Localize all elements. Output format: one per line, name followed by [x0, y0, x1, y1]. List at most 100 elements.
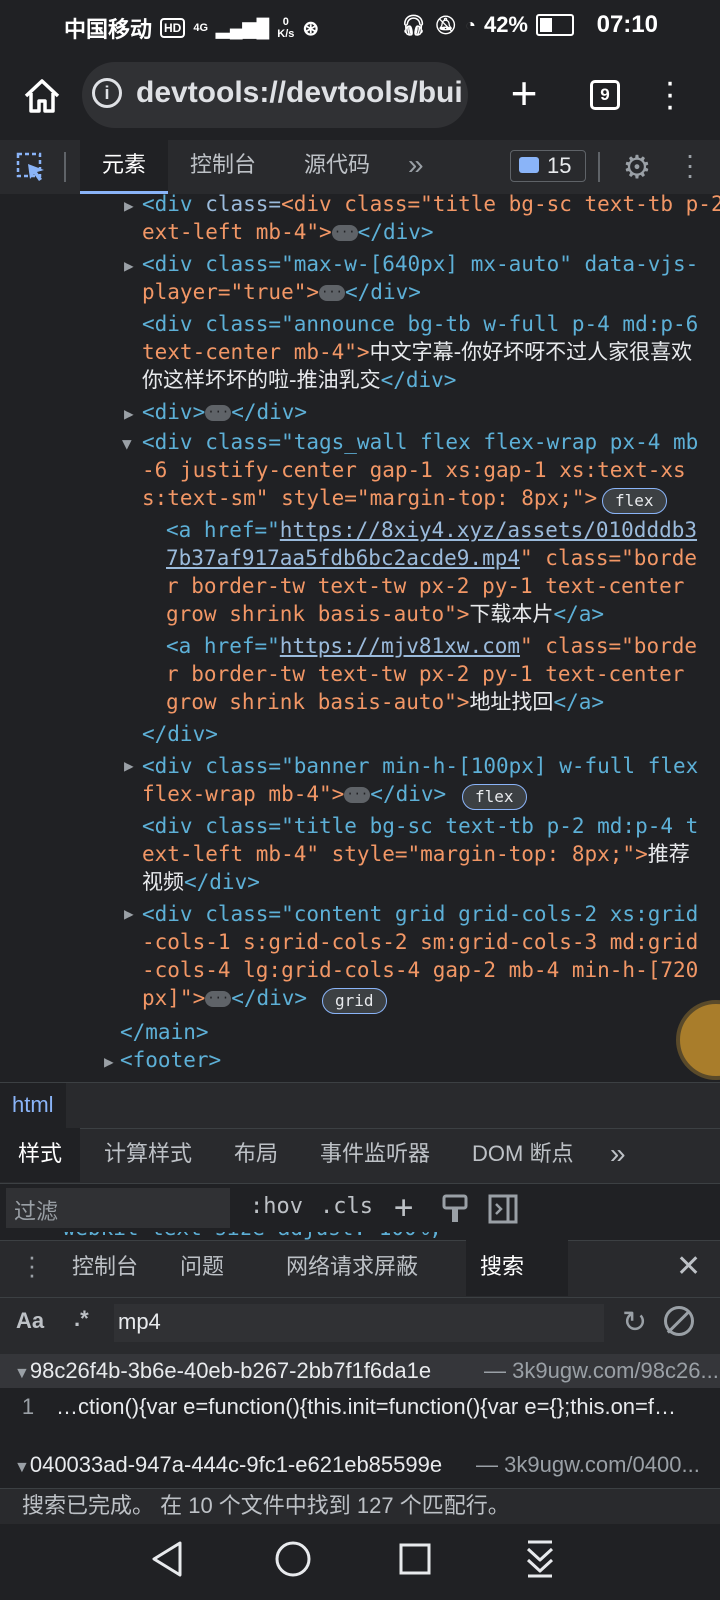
flex-badge[interactable]: flex — [602, 488, 667, 514]
href-link[interactable]: https://8xiy4.xyz/assets/010dddb3 — [280, 518, 697, 542]
dom-node[interactable]: <div class=<div class="title bg-sc text-… — [142, 194, 720, 218]
dom-node[interactable]: <div class="content grid grid-cols-2 xs:… — [142, 900, 698, 928]
dom-node-cont[interactable]: ext-left mb-4"> ··· </div> — [142, 218, 434, 246]
drawer-tab-issues[interactable]: 问题 — [166, 1240, 238, 1296]
new-rule-icon[interactable]: + — [394, 1188, 413, 1226]
expand-triangle-icon[interactable]: ▶ — [104, 1052, 114, 1071]
dom-node-cont[interactable]: flex-wrap mb-4"> ··· </div> — [142, 780, 446, 808]
filter-placeholder: 过滤 — [14, 1199, 59, 1224]
dom-node-cont[interactable]: 你这样坏坏的啦-推油乳交</div> — [142, 366, 456, 394]
cls-button[interactable]: .cls — [320, 1194, 373, 1219]
dom-node[interactable]: <div class="tags_wall flex flex-wrap px-… — [142, 428, 698, 456]
dom-node[interactable]: <div class="title bg-sc text-tb p-2 md:p… — [142, 812, 698, 840]
tab-switcher-button[interactable]: 9 — [590, 80, 620, 110]
notification-pulldown-icon[interactable] — [524, 1540, 556, 1578]
more-tabs-icon[interactable]: » — [408, 140, 424, 194]
dom-node-cont[interactable]: -6 justify-center gap-1 xs:gap-1 xs:text… — [142, 456, 686, 484]
dom-node-close[interactable]: </main> — [120, 1018, 209, 1046]
home-nav-icon[interactable] — [274, 1540, 312, 1578]
clipped-style-rule: -webkit-text-size-adjust: 100%; — [50, 1232, 450, 1240]
dom-node-cont[interactable]: grow shrink basis-auto">地址找回</a> — [166, 688, 604, 716]
paint-brush-icon[interactable] — [442, 1194, 470, 1224]
expand-triangle-icon[interactable]: ▶ — [124, 756, 134, 775]
settings-gear-icon[interactable]: ⚙ — [620, 150, 654, 184]
collapsed-ellipsis[interactable]: ··· — [319, 285, 346, 301]
href-link[interactable]: https://mjv81xw.com — [280, 634, 520, 658]
expand-triangle-icon[interactable]: ▶ — [124, 196, 134, 215]
clear-icon[interactable] — [664, 1306, 694, 1336]
dom-tree: ▶ <div class=<div class="title bg-sc tex… — [0, 194, 720, 1082]
flex-badge[interactable]: flex — [462, 784, 527, 810]
address-bar[interactable]: i devtools://devtools/bui — [82, 62, 468, 128]
tab-event-listeners[interactable]: 事件监听器 — [302, 1128, 448, 1182]
inspect-element-icon[interactable] — [16, 152, 46, 182]
dom-node[interactable]: <a href="https://8xiy4.xyz/assets/010ddd… — [166, 516, 697, 544]
dom-node-cont[interactable]: r border-tw text-tw px-2 py-1 text-cente… — [166, 572, 684, 600]
new-tab-button[interactable]: + — [502, 68, 546, 118]
tab-computed[interactable]: 计算样式 — [86, 1128, 210, 1182]
dom-node-cont[interactable]: -cols-4 lg:grid-cols-4 gap-2 mb-4 min-h-… — [142, 956, 698, 984]
drawer-tab-request-blocking[interactable]: 网络请求屏蔽 — [272, 1240, 432, 1296]
drawer-tab-console[interactable]: 控制台 — [58, 1240, 152, 1296]
more-tabs-icon[interactable]: » — [592, 1128, 644, 1182]
dom-node[interactable]: <div class="banner min-h-[100px] w-full … — [142, 752, 698, 780]
dom-node[interactable]: <div class="announce bg-tb w-full p-4 md… — [142, 310, 698, 338]
home-icon[interactable] — [22, 76, 62, 116]
dom-node-cont[interactable]: text-center mb-4">中文字幕-你好坏呀不过人家很喜欢 — [142, 338, 692, 366]
close-drawer-icon[interactable]: ✕ — [676, 1252, 701, 1282]
dom-node[interactable]: <div> ··· </div> — [142, 398, 307, 426]
issues-counter-button[interactable]: 15 — [510, 150, 586, 182]
browser-menu-icon[interactable]: · · · — [660, 65, 680, 123]
search-query: mp4 — [118, 1309, 161, 1334]
tab-elements[interactable]: 元素 — [80, 140, 169, 194]
devtools-menu-icon[interactable]: · · · — [682, 141, 698, 189]
collapse-triangle-icon[interactable]: ▼ — [122, 434, 132, 453]
tab-layout[interactable]: 布局 — [216, 1128, 296, 1182]
collapse-triangle-icon[interactable]: ▼ — [14, 1459, 30, 1476]
dom-node-cont[interactable]: s:text-sm" style="margin-top: 8px;"> — [142, 484, 597, 512]
href-link[interactable]: 7b37af917aa5fdb6bc2acde9.mp4 — [166, 546, 520, 570]
dom-node-cont[interactable]: ext-left mb-4" style="margin-top: 8px;">… — [142, 840, 690, 868]
tab-dom-breakpoints[interactable]: DOM 断点 — [454, 1128, 591, 1182]
match-case-button[interactable]: Aa — [16, 1308, 44, 1334]
collapsed-ellipsis[interactable]: ··· — [205, 991, 232, 1007]
collapsed-ellipsis[interactable]: ··· — [344, 787, 371, 803]
expand-triangle-icon[interactable]: ▶ — [124, 404, 134, 423]
filter-input[interactable]: 过滤 — [6, 1188, 230, 1228]
tab-sources[interactable]: 源代码 — [282, 140, 392, 194]
collapsed-ellipsis[interactable]: ··· — [331, 225, 358, 241]
dom-node-cont[interactable]: r border-tw text-tw px-2 py-1 text-cente… — [166, 660, 684, 688]
dom-node[interactable]: <footer> — [120, 1046, 221, 1074]
info-icon[interactable]: i — [92, 78, 122, 108]
result-line[interactable]: 1 …ction(){var e=function(){this.init=fun… — [0, 1390, 720, 1424]
dom-node-cont[interactable]: player="true"> ··· </div> — [142, 278, 421, 306]
dom-node-close[interactable]: </div> — [142, 720, 218, 748]
tab-styles[interactable]: 样式 — [0, 1128, 81, 1182]
result-file-header[interactable]: ▼98c26f4b-3b6e-40eb-b267-2bb7f1f6da1e — … — [0, 1354, 720, 1388]
dom-node[interactable]: <div class="max-w-[640px] mx-auto" data-… — [142, 250, 698, 278]
toggle-sidebar-icon[interactable] — [488, 1194, 518, 1224]
drawer-tab-search[interactable]: 搜索 ✕ — [466, 1240, 568, 1333]
expand-triangle-icon[interactable]: ▶ — [124, 904, 134, 923]
refresh-icon[interactable]: ↻ — [622, 1308, 647, 1338]
tab-console[interactable]: 控制台 — [168, 140, 278, 194]
dom-node-cont[interactable]: grow shrink basis-auto">下载本片</a> — [166, 600, 604, 628]
hov-button[interactable]: :hov — [250, 1194, 303, 1219]
search-input[interactable]: mp4 — [114, 1304, 604, 1342]
dom-node-cont[interactable]: -cols-1 s:grid-cols-2 sm:grid-cols-3 md:… — [142, 928, 698, 956]
dom-node[interactable]: <a href="https://mjv81xw.com" class="bor… — [166, 632, 697, 660]
dom-node-cont[interactable]: 视频</div> — [142, 868, 260, 896]
regex-button[interactable]: .* — [74, 1306, 89, 1332]
drawer-menu-icon[interactable]: · · · — [24, 1243, 40, 1287]
result-file-header[interactable]: ▼040033ad-947a-444c-9fc1-e621eb85599e — … — [0, 1448, 720, 1482]
collapsed-ellipsis[interactable]: ··· — [205, 405, 232, 421]
grid-badge[interactable]: grid — [322, 988, 387, 1014]
divider — [64, 152, 66, 182]
dom-node-cont[interactable]: 7b37af917aa5fdb6bc2acde9.mp4" class="bor… — [166, 544, 697, 572]
back-icon[interactable] — [150, 1540, 184, 1578]
expand-triangle-icon[interactable]: ▶ — [124, 256, 134, 275]
breadcrumb-item-html[interactable]: html — [0, 1083, 66, 1129]
recents-icon[interactable] — [398, 1542, 432, 1576]
collapse-triangle-icon[interactable]: ▼ — [14, 1365, 30, 1382]
dom-node-cont[interactable]: px]"> ··· </div> — [142, 984, 307, 1012]
